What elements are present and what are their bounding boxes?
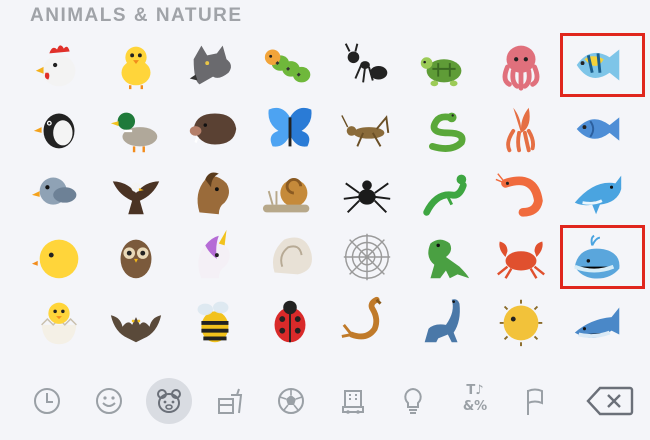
honeybee-icon[interactable] [174,290,251,352]
sauropod-icon[interactable] [405,290,482,352]
symbols-line-1: T♪ [466,383,484,398]
bird-icon[interactable] [20,162,97,224]
ant-icon[interactable] [328,34,405,96]
spider-web-icon[interactable] [328,226,405,288]
spouting-whale-icon[interactable] [559,225,645,289]
snake-icon[interactable] [405,98,482,160]
shrimp-icon[interactable] [482,162,559,224]
squid-icon[interactable] [482,98,559,160]
unicorn-icon[interactable] [174,226,251,288]
t-rex-icon[interactable] [405,226,482,288]
front-facing-chick-icon[interactable] [20,226,97,288]
category-toolbar: T♪ &% [0,374,650,434]
whale-icon[interactable] [559,290,636,352]
smileys-icon[interactable] [86,378,132,424]
butterfly-icon[interactable] [251,98,328,160]
objects-icon[interactable] [390,378,436,424]
baby-chick-icon[interactable] [97,34,174,96]
scorpion-icon[interactable] [328,290,405,352]
bat-icon[interactable] [97,290,174,352]
emoji-grid [20,33,645,360]
duck-icon[interactable] [97,98,174,160]
dolphin-icon[interactable] [559,162,636,224]
chicken-icon[interactable] [20,34,97,96]
cricket-icon[interactable] [328,98,405,160]
section-title: ANIMALS & NATURE [30,5,243,26]
symbols-line-2: &% [462,399,488,414]
lizard-icon[interactable] [405,162,482,224]
tropical-fish-icon[interactable] [559,33,645,97]
eagle-icon[interactable] [97,162,174,224]
lady-beetle-icon[interactable] [251,290,328,352]
flags-icon[interactable] [512,378,558,424]
backspace-icon[interactable] [586,386,634,416]
fish-icon[interactable] [559,98,636,160]
bug-icon[interactable] [251,34,328,96]
hatching-chick-icon[interactable] [20,290,97,352]
blowfish-icon[interactable] [482,290,559,352]
octopus-icon[interactable] [482,34,559,96]
owl-icon[interactable] [97,226,174,288]
activity-icon[interactable] [268,378,314,424]
crab-icon[interactable] [482,226,559,288]
spiral-shell-icon[interactable] [251,226,328,288]
food-icon[interactable] [206,378,252,424]
horse-icon[interactable] [174,162,251,224]
turtle-icon[interactable] [405,34,482,96]
boar-icon[interactable] [174,98,251,160]
penguin-icon[interactable] [20,98,97,160]
spider-icon[interactable] [328,162,405,224]
recent-icon[interactable] [24,378,70,424]
wolf-icon[interactable] [174,34,251,96]
symbols-icon[interactable]: T♪ &% [460,384,490,413]
snail-icon[interactable] [251,162,328,224]
travel-icon[interactable] [330,378,376,424]
animals-icon[interactable] [146,378,192,424]
